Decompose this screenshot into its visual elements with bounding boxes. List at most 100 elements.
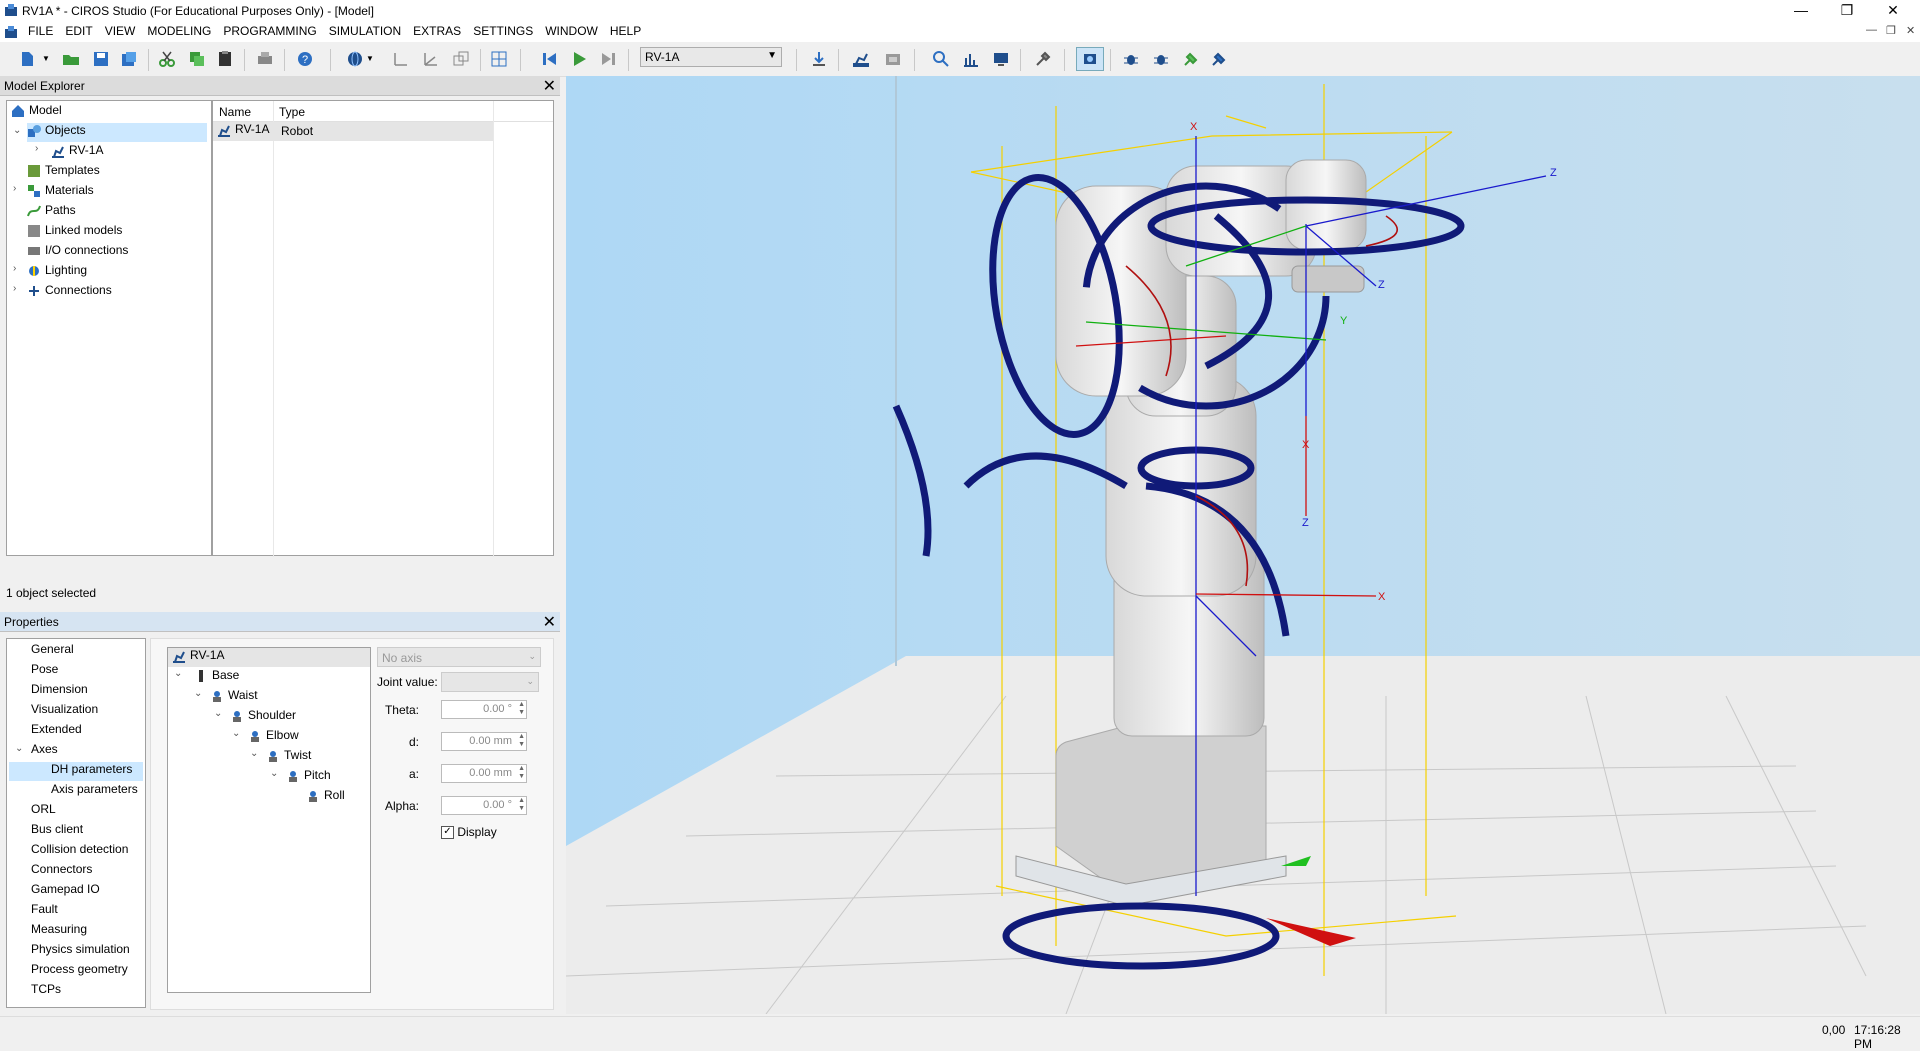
axis-xz-icon[interactable]	[422, 50, 440, 68]
menu-file[interactable]: FILE	[22, 22, 59, 38]
camera-toggle[interactable]	[1076, 47, 1104, 71]
joint-value-select[interactable]: ⌄	[441, 672, 539, 692]
step-icon[interactable]	[600, 50, 618, 68]
view-dropdown-icon[interactable]: ▼	[366, 54, 374, 63]
tree-item-objects[interactable]: Objects	[27, 123, 207, 142]
plug-icon[interactable]	[1182, 50, 1200, 68]
connect-icon[interactable]	[1210, 50, 1228, 68]
close-icon[interactable]: ✕	[543, 76, 556, 96]
category-process-geometry[interactable]: Process geometry	[31, 962, 128, 981]
skip-back-icon[interactable]	[540, 50, 558, 68]
tool-icon[interactable]	[1034, 50, 1052, 68]
category-pose[interactable]: Pose	[31, 662, 58, 681]
robot-tool-icon[interactable]	[852, 50, 870, 68]
axis-xy-icon[interactable]	[392, 50, 410, 68]
category-connectors[interactable]: Connectors	[31, 862, 92, 881]
menu-window[interactable]: WINDOW	[539, 22, 604, 38]
chevron-right-icon[interactable]: ›	[13, 263, 16, 274]
display-checkbox[interactable]: ✓ Display	[441, 825, 497, 840]
joint-rv1a[interactable]: RV-1A	[168, 648, 370, 667]
bug-icon[interactable]	[1122, 50, 1140, 68]
robot-select[interactable]: RV-1A ▼	[640, 47, 782, 67]
category-dimension[interactable]: Dimension	[31, 682, 88, 701]
close-button[interactable]: ✕	[1870, 0, 1916, 22]
category-visualization[interactable]: Visualization	[31, 702, 98, 721]
a-field[interactable]: 0.00 mm ▲ ▼	[441, 764, 527, 783]
chevron-down-icon[interactable]: ⌄	[214, 708, 222, 719]
joint-waist[interactable]: Waist	[210, 688, 258, 707]
save-icon[interactable]	[92, 50, 110, 68]
category-general[interactable]: General	[31, 642, 74, 661]
tree-item-templates[interactable]: Templates	[27, 163, 100, 182]
download-icon[interactable]	[810, 50, 828, 68]
minimize-button[interactable]: —	[1778, 0, 1824, 22]
globe-icon[interactable]	[346, 50, 364, 68]
chevron-down-icon[interactable]: ⌄	[270, 768, 278, 779]
new-dropdown-icon[interactable]: ▼	[42, 54, 50, 63]
3d-scene[interactable]: X Z X Z Y Z X	[566, 76, 1920, 1014]
mdi-minimize-button[interactable]: —	[1866, 24, 1877, 36]
tree-item-rv1a[interactable]: RV-1A	[51, 143, 103, 162]
mdi-close-button[interactable]: ✕	[1906, 24, 1915, 37]
play-icon[interactable]	[570, 50, 588, 68]
tree-item-paths[interactable]: Paths	[27, 203, 76, 222]
menu-edit[interactable]: EDIT	[59, 22, 98, 38]
joint-roll[interactable]: Roll	[306, 788, 345, 807]
tree-item-connections[interactable]: Connections	[27, 283, 112, 302]
views-icon[interactable]	[452, 50, 470, 68]
chevron-down-icon[interactable]: ⌄	[250, 748, 258, 759]
tree-item-io-connections[interactable]: I/O connections	[27, 243, 128, 262]
chevron-down-icon[interactable]: ⌄	[174, 668, 182, 679]
tree-item-lighting[interactable]: Lighting	[27, 263, 87, 282]
bug-alt-icon[interactable]	[1152, 50, 1170, 68]
grid-icon[interactable]	[490, 50, 508, 68]
category-fault[interactable]: Fault	[31, 902, 58, 921]
category-dh-parameters[interactable]: DH parameters	[9, 762, 143, 781]
teach-icon[interactable]	[932, 50, 950, 68]
print-icon[interactable]	[256, 50, 274, 68]
tree-item-materials[interactable]: Materials	[27, 183, 94, 202]
tree-item-model[interactable]: Model	[11, 103, 62, 122]
menu-help[interactable]: HELP	[604, 22, 647, 38]
tree-item-linked-models[interactable]: Linked models	[27, 223, 122, 242]
chevron-right-icon[interactable]: ›	[13, 183, 16, 194]
column-header-type[interactable]: Type	[279, 105, 305, 119]
copy-icon[interactable]	[188, 50, 206, 68]
chevron-down-icon[interactable]: ⌄	[232, 728, 240, 739]
joint-pitch[interactable]: Pitch	[286, 768, 331, 787]
chart-icon[interactable]	[962, 50, 980, 68]
mdi-restore-button[interactable]: ❐	[1886, 24, 1896, 37]
help-icon[interactable]: ?	[296, 50, 314, 68]
monitor-icon[interactable]	[992, 50, 1010, 68]
cut-icon[interactable]	[158, 50, 176, 68]
axis-select[interactable]: No axis ⌄	[377, 647, 541, 667]
column-header-name[interactable]: Name	[219, 105, 251, 119]
category-tcps[interactable]: TCPs	[31, 982, 61, 1001]
category-collision-detection[interactable]: Collision detection	[31, 842, 128, 861]
category-physics-simulation[interactable]: Physics simulation	[31, 942, 130, 961]
category-axes[interactable]: Axes	[31, 742, 58, 761]
chevron-down-icon[interactable]: ⌄	[15, 743, 23, 754]
new-file-icon[interactable]	[18, 50, 36, 68]
chevron-right-icon[interactable]: ›	[35, 143, 38, 154]
table-row[interactable]: RV-1A Robot	[213, 122, 493, 141]
chevron-down-icon[interactable]: ⌄	[13, 125, 21, 136]
d-field[interactable]: 0.00 mm ▲ ▼	[441, 732, 527, 751]
joint-shoulder[interactable]: Shoulder	[230, 708, 296, 727]
category-axis-parameters[interactable]: Axis parameters	[51, 782, 138, 801]
category-bus-client[interactable]: Bus client	[31, 822, 83, 841]
category-measuring[interactable]: Measuring	[31, 922, 87, 941]
close-icon[interactable]: ✕	[543, 612, 556, 632]
robot-view-icon[interactable]	[884, 50, 902, 68]
menu-programming[interactable]: PROGRAMMING	[217, 22, 322, 38]
category-orl[interactable]: ORL	[31, 802, 56, 821]
joint-twist[interactable]: Twist	[266, 748, 311, 767]
open-folder-icon[interactable]	[62, 50, 80, 68]
menu-view[interactable]: VIEW	[99, 22, 142, 38]
menu-modeling[interactable]: MODELING	[141, 22, 217, 38]
restore-button[interactable]: ❐	[1824, 0, 1870, 22]
3d-viewport[interactable]: X Z X Z Y Z X	[566, 76, 1920, 1014]
menu-extras[interactable]: EXTRAS	[407, 22, 467, 38]
chevron-right-icon[interactable]: ›	[13, 283, 16, 294]
paste-icon[interactable]	[216, 50, 234, 68]
